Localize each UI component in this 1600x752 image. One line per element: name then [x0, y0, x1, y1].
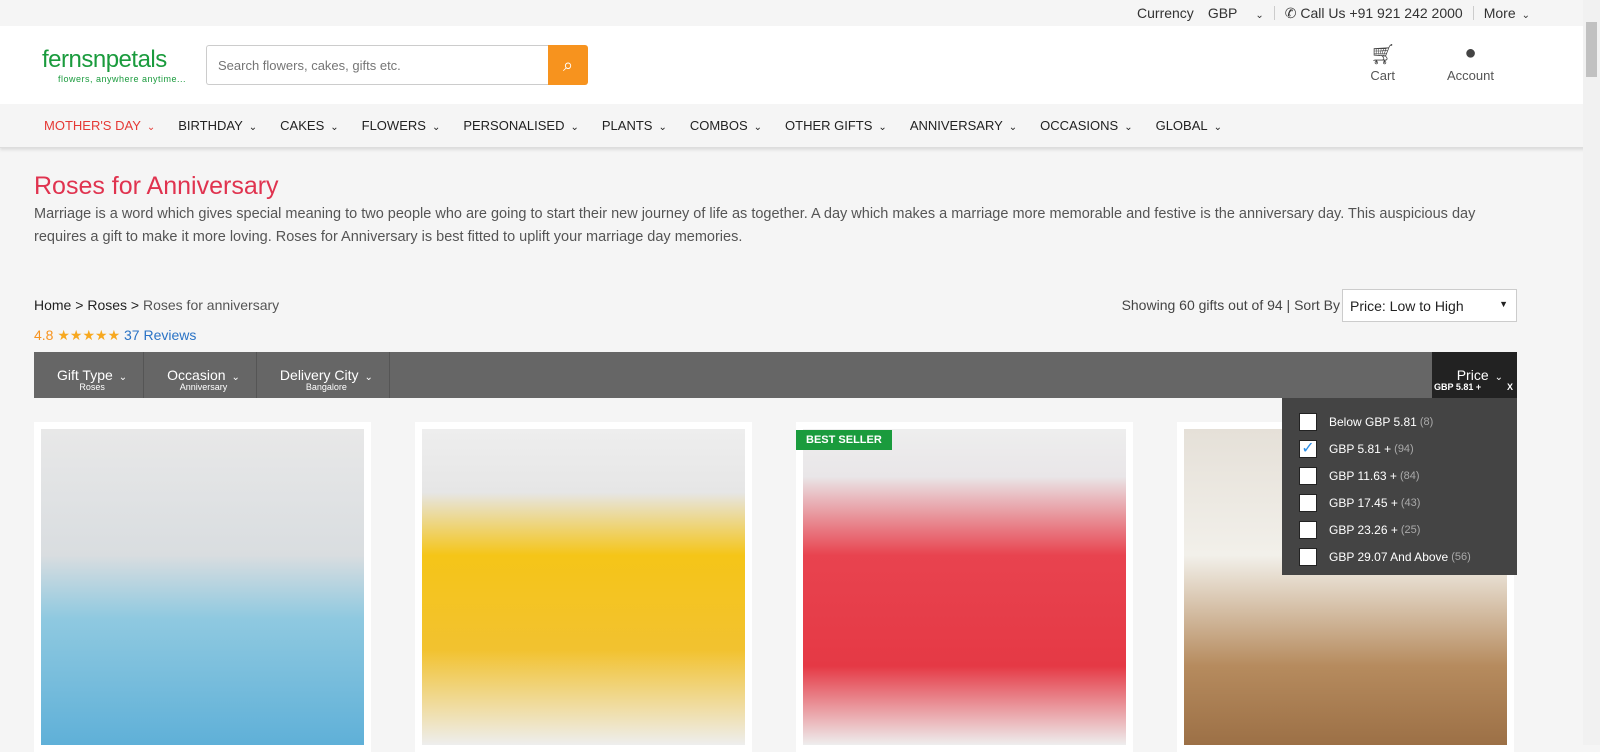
price-option[interactable]: GBP 23.26 + (25)	[1282, 516, 1517, 543]
chevron-down-icon: ⌄	[753, 122, 763, 133]
product-image[interactable]	[422, 429, 745, 745]
results-count: Showing 60 gifts out of 94 | Sort By	[1121, 297, 1340, 313]
nav-item-birthday[interactable]: BIRTHDAY ⌄	[178, 118, 257, 133]
checkbox[interactable]: ✓	[1299, 439, 1317, 458]
page-title: Roses for Anniversary	[34, 172, 279, 200]
search-bar: ⌕	[206, 45, 588, 85]
more-menu[interactable]: More ⌄	[1484, 5, 1530, 21]
nav-item-occasions[interactable]: OCCASIONS ⌄	[1040, 118, 1132, 133]
breadcrumb-home[interactable]: Home	[34, 297, 71, 313]
caret-down-icon: ▼	[1499, 299, 1508, 309]
chevron-down-icon: ⌄	[1124, 122, 1133, 133]
logo[interactable]: fernsnpetals flowers, anywhere anytime..…	[24, 46, 189, 84]
cart-button[interactable]: 🛒︎ Cart	[1370, 42, 1395, 83]
header: fernsnpetals flowers, anywhere anytime..…	[0, 26, 1600, 104]
breadcrumb: Home > Roses > Roses for anniversary	[34, 297, 280, 313]
nav-item-flowers[interactable]: FLOWERS ⌄	[362, 118, 441, 133]
checkbox[interactable]	[1299, 547, 1317, 566]
search-icon: ⌕	[562, 54, 574, 75]
checkbox[interactable]	[1299, 520, 1317, 539]
chevron-down-icon: ⌄	[658, 122, 667, 133]
currency-select[interactable]: GBP ⌄	[1208, 5, 1264, 21]
reviews-link[interactable]: 37 Reviews	[124, 327, 196, 343]
nav-item-anniversary[interactable]: ANNIVERSARY ⌄	[910, 118, 1017, 133]
price-option[interactable]: Below GBP 5.81 (8)	[1282, 408, 1517, 435]
scrollbar-thumb[interactable]	[1586, 22, 1597, 77]
sort-select[interactable]: Price: Low to High ▼	[1342, 289, 1517, 322]
filter-gift-type[interactable]: Gift Type ⌄ Roses	[34, 352, 145, 398]
filter-price[interactable]: Price ⌄ GBP 5.81 + X	[1432, 352, 1517, 398]
price-option[interactable]: GBP 29.07 And Above (56)	[1282, 543, 1517, 570]
product-card[interactable]	[415, 422, 752, 752]
chevron-down-icon: ⌄	[1213, 122, 1222, 133]
product-card[interactable]	[34, 422, 371, 752]
rating: 4.8 ★★★★★ 37 Reviews	[34, 327, 197, 343]
product-image[interactable]	[41, 429, 364, 745]
checkbox[interactable]	[1299, 466, 1317, 485]
call-us-link[interactable]: ✆ Call Us +91 921 242 2000	[1285, 5, 1463, 22]
nav-item-plants[interactable]: PLANTS ⌄	[602, 118, 667, 133]
currency-label: Currency	[1137, 5, 1194, 21]
top-bar: Currency GBP ⌄ ✆ Call Us +91 921 242 2000…	[0, 0, 1600, 26]
breadcrumb-current: Roses for anniversary	[142, 297, 280, 313]
nav-item-other-gifts[interactable]: OTHER GIFTS ⌄	[785, 118, 887, 133]
account-icon: ●	[1464, 42, 1477, 64]
breadcrumb-roses[interactable]: Roses	[87, 297, 127, 313]
nav-item-global[interactable]: GLOBAL ⌄	[1156, 118, 1222, 133]
checkbox[interactable]	[1299, 493, 1317, 512]
page-description: Marriage is a word which gives special m…	[34, 206, 1476, 245]
price-dropdown: Below GBP 5.81 (8) ✓ GBP 5.81 + (94) GBP 11.6…	[1282, 398, 1517, 575]
filter-delivery-city[interactable]: Delivery City ⌄ Bangalore	[257, 352, 390, 398]
nav-item-personalised[interactable]: PERSONALISED ⌄	[463, 118, 579, 133]
checkbox[interactable]	[1299, 412, 1317, 431]
chevron-down-icon: ⌄	[146, 122, 156, 133]
best-seller-badge: BEST SELLER	[796, 430, 892, 450]
clear-price-filter[interactable]: X	[1507, 382, 1513, 392]
filter-occasion[interactable]: Occasion ⌄ Anniversary	[144, 352, 257, 398]
search-input[interactable]	[206, 45, 548, 85]
account-button[interactable]: ● Account	[1447, 42, 1494, 83]
cart-icon: 🛒︎	[1370, 44, 1396, 66]
chevron-down-icon: ⌄	[570, 122, 579, 133]
chevron-down-icon: ⌄	[878, 122, 887, 133]
chevron-down-icon: ⌄	[330, 122, 339, 133]
nav-item-combos[interactable]: COMBOS ⌄	[690, 118, 762, 133]
main-nav: MOTHER'S DAY ⌄ BIRTHDAY ⌄ CAKES ⌄ FLOWERS ⌄ PERS…	[0, 104, 1600, 148]
chevron-down-icon: ⌄	[248, 122, 258, 133]
price-option[interactable]: ✓ GBP 5.81 + (94)	[1282, 435, 1517, 462]
star-icons: ★★★★★	[57, 327, 121, 343]
price-option[interactable]: GBP 11.63 + (84)	[1282, 462, 1517, 489]
chevron-down-icon: ⌄	[431, 122, 441, 133]
chevron-down-icon: ⌄	[1008, 122, 1018, 133]
search-button[interactable]: ⌕	[548, 45, 588, 85]
filter-bar: Gift Type ⌄ Roses Occasion ⌄ Anniversary Del…	[34, 352, 1517, 398]
product-image[interactable]	[803, 429, 1126, 745]
nav-item-mother-s-day[interactable]: MOTHER'S DAY ⌄	[44, 118, 155, 133]
scrollbar[interactable]	[1583, 0, 1600, 745]
nav-item-cakes[interactable]: CAKES ⌄	[280, 118, 338, 133]
price-option[interactable]: GBP 17.45 + (43)	[1282, 489, 1517, 516]
product-card[interactable]: BEST SELLER	[796, 422, 1133, 752]
phone-icon: ✆	[1284, 4, 1301, 21]
